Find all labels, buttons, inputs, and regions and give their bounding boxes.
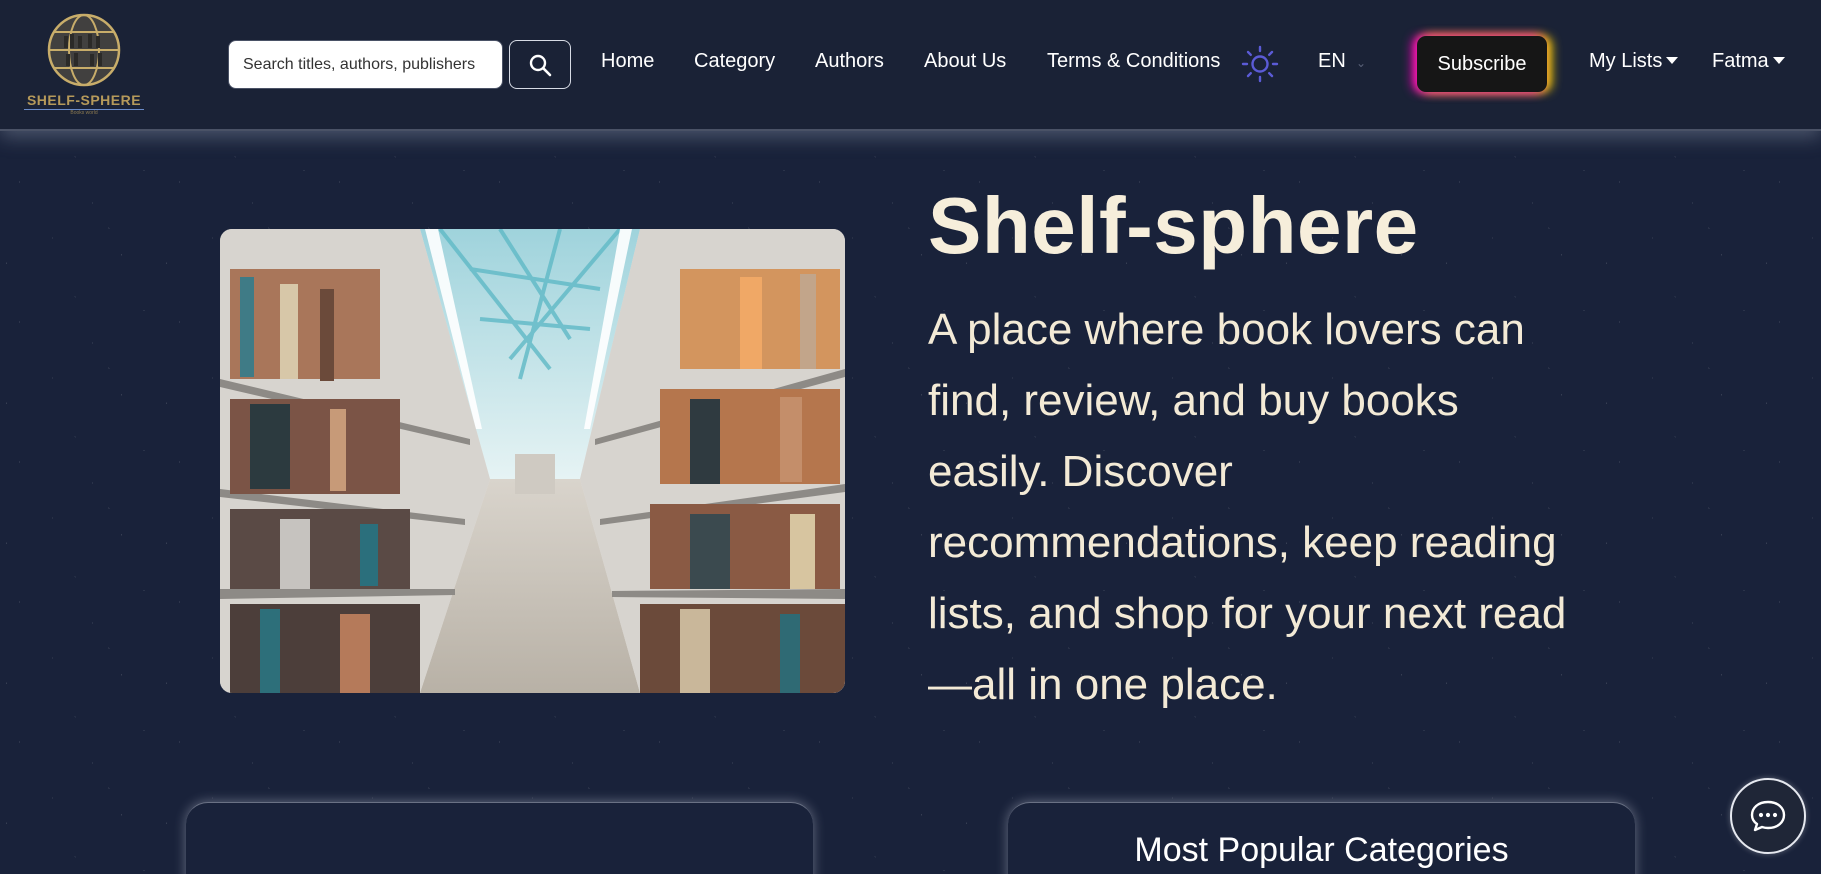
chat-icon <box>1750 800 1786 832</box>
chat-button[interactable] <box>1730 778 1806 854</box>
search-icon <box>529 54 552 76</box>
chevron-down-icon: ⌄ <box>1356 56 1367 70</box>
subscribe-button[interactable]: Subscribe <box>1417 36 1547 92</box>
nav-about-link[interactable]: About Us <box>924 50 1006 73</box>
logo-text: SHELF-SPHERE <box>24 92 144 110</box>
theme-toggle-button[interactable] <box>1241 45 1279 83</box>
nav-terms-link[interactable]: Terms & Conditions <box>1047 50 1220 73</box>
language-selector[interactable]: EN <box>1318 50 1346 73</box>
nav-authors-link[interactable]: Authors <box>815 50 884 73</box>
search-input[interactable] <box>228 40 503 89</box>
hero-title: Shelf-sphere <box>928 181 1419 270</box>
my-lists-dropdown[interactable]: My Lists <box>1589 50 1679 73</box>
caret-down-icon <box>1772 57 1785 64</box>
logo[interactable]: SHELF-SPHERE Books world <box>24 12 144 116</box>
sun-icon <box>1241 45 1279 83</box>
globe-logo-icon <box>47 13 121 87</box>
my-lists-label: My Lists <box>1589 50 1663 72</box>
popular-categories-card: Most Popular Categories <box>1008 802 1635 874</box>
user-name-label: Fatma <box>1712 50 1769 72</box>
library-bookshelves-image <box>220 229 845 693</box>
caret-down-icon <box>1666 57 1679 64</box>
popular-categories-title: Most Popular Categories <box>1134 831 1509 869</box>
hero-description: A place where book lovers can find, revi… <box>928 305 1567 709</box>
search-button[interactable] <box>509 40 571 89</box>
left-feature-card <box>186 802 813 874</box>
nav-category-link[interactable]: Category <box>694 50 775 73</box>
logo-subtitle: Books world <box>70 110 98 116</box>
nav-home-link[interactable]: Home <box>601 50 654 73</box>
user-menu-dropdown[interactable]: Fatma <box>1712 50 1785 73</box>
navbar: SHELF-SPHERE Books world Home Category A… <box>0 0 1821 131</box>
